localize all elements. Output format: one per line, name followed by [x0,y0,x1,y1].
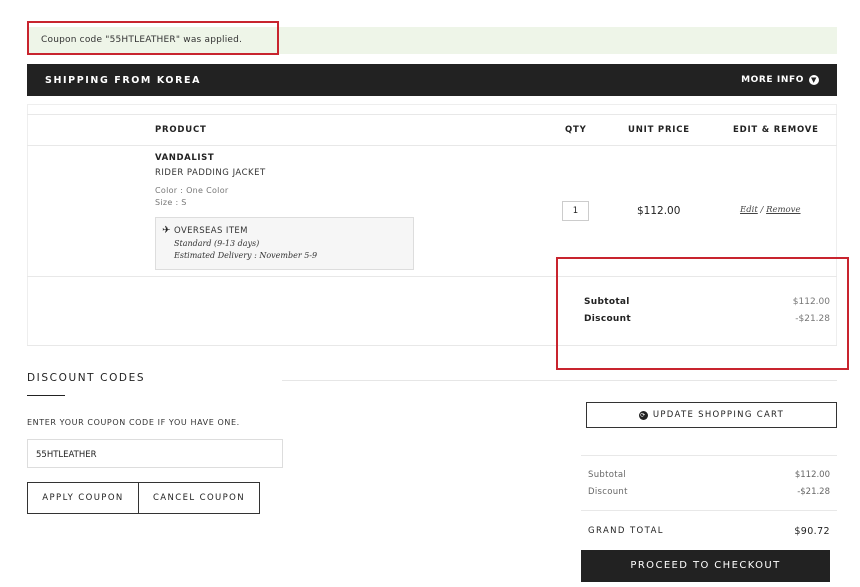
totals-mid-line [581,510,837,511]
cancel-coupon-button[interactable]: CANCEL COUPON [138,482,260,514]
update-cart-label: UPDATE SHOPPING CART [652,410,785,420]
overseas-estimated-delivery: Estimated Delivery : November 5-9 [174,251,318,260]
item-unit-price: $112.00 [637,205,681,217]
table-header-bottom-line [27,145,837,146]
col-header-edit-remove: EDIT & REMOVE [733,125,819,135]
remove-link[interactable]: Remove [766,205,800,215]
discount-title-underline [27,395,65,396]
totals-top-line [581,455,837,456]
cart-discount-label: Discount [588,487,628,497]
chevron-down-icon: ▼ [809,75,819,85]
grand-total-label: GRAND TOTAL [588,526,664,536]
apply-coupon-button[interactable]: APPLY COUPON [27,482,139,514]
overseas-shipping-time: Standard (9-13 days) [174,239,260,248]
overseas-title: OVERSEAS ITEM [174,226,248,236]
col-header-product: PRODUCT [155,125,207,135]
col-header-unit-price: UNIT PRICE [628,125,690,135]
cart-subtotal-label: Subtotal [588,470,627,480]
discount-codes-title: DISCOUNT CODES [27,372,146,384]
table-header-top-line [27,114,837,115]
quantity-input[interactable]: 1 [562,201,589,221]
update-shopping-cart-button[interactable]: ⟳ UPDATE SHOPPING CART [586,402,837,428]
section-divider [282,380,837,381]
proceed-to-checkout-button[interactable]: PROCEED TO CHECKOUT [581,550,830,582]
grand-total-value: $90.72 [794,526,830,537]
notice-highlight-box [27,21,279,55]
refresh-icon: ⟳ [638,411,648,420]
edit-link[interactable]: Edit [740,205,758,215]
summary-highlight-box [556,257,849,370]
item-brand: VANDALIST [155,153,215,163]
item-name[interactable]: RIDER PADDING JACKET [155,168,266,178]
overseas-item-box: ✈ OVERSEAS ITEM Standard (9-13 days) Est… [155,217,414,270]
edit-remove-links: Edit / Remove [740,205,801,215]
cart-subtotal-value: $112.00 [794,470,830,480]
coupon-code-input[interactable]: 55HTLEATHER [27,439,283,468]
item-color: Color : One Color [155,186,229,195]
more-info-label: MORE INFO [741,75,804,85]
col-header-qty: QTY [565,125,587,135]
cart-discount-value: -$21.28 [797,487,830,497]
edit-remove-separator: / [760,205,764,215]
shipping-title: SHIPPING FROM KOREA [45,75,202,86]
more-info-button[interactable]: MORE INFO ▼ [741,75,819,85]
airplane-icon: ✈ [162,225,171,236]
item-size: Size : S [155,198,187,207]
coupon-hint: ENTER YOUR COUPON CODE IF YOU HAVE ONE. [27,418,240,427]
shipping-header-bar: SHIPPING FROM KOREA MORE INFO ▼ [27,64,837,96]
